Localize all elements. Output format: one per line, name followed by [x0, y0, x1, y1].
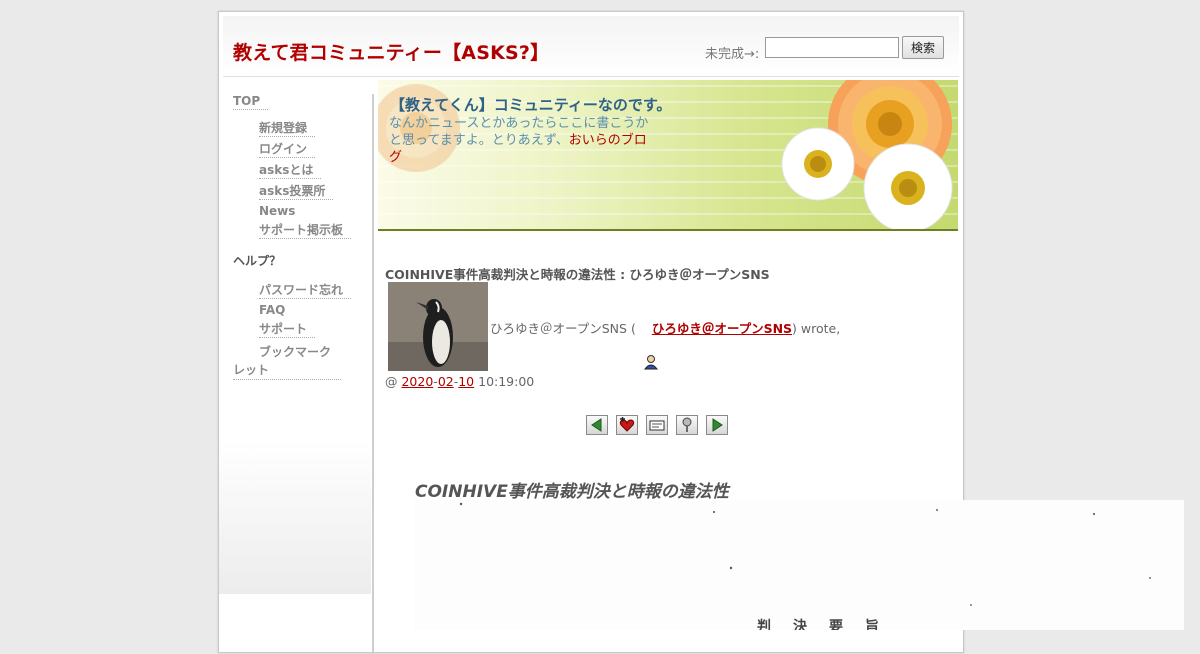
date-month-link[interactable]: 02	[438, 374, 454, 389]
article-heading: COINHIVE事件高裁判決と時報の違法性	[415, 482, 729, 502]
date-day-link[interactable]: 10	[458, 374, 474, 389]
sidebar-heading-help: ヘルプ？	[233, 254, 282, 268]
search-input[interactable]	[765, 37, 899, 58]
banner-title: 【教えてくん】コミュニティーなのです。	[390, 96, 672, 114]
court-document-image: 判決要旨	[414, 500, 1184, 630]
date-year-link[interactable]: 2020	[401, 374, 433, 389]
sidebar-link-news[interactable]: News	[259, 204, 295, 219]
banner: 【教えてくん】コミュニティーなのです。 なんかニュースとかあったらここに書こうか…	[378, 80, 958, 231]
author-link[interactable]: ひろゆき＠オープンSNS	[652, 321, 792, 336]
document-specks	[459, 502, 1151, 606]
post-byline: ひろゆき＠オープンSNS ( ひろゆき＠オープンSNS) wrote,	[490, 318, 840, 337]
add-favorite-icon[interactable]	[616, 415, 638, 435]
prev-arrow-icon[interactable]	[586, 415, 608, 435]
post-date: @ 2020-02-10 10:19:00	[385, 374, 535, 389]
sidebar-link-password[interactable]: パスワード忘れ	[259, 283, 352, 299]
sidebar-divider	[372, 94, 374, 654]
post-title: COINHIVE事件高裁判決と時報の違法性 : ひろゆき＠オープンSNS	[385, 267, 770, 282]
sidebar-link-faq[interactable]: FAQ	[259, 303, 285, 318]
document-heading-text: 判決要旨	[757, 619, 901, 630]
penguin-avatar[interactable]	[388, 282, 488, 371]
sidebar-link-support[interactable]: サポート	[259, 322, 316, 338]
user-icon[interactable]	[643, 354, 659, 370]
byline-suffix: ) wrote,	[792, 321, 841, 336]
sidebar-link-poll[interactable]: asks投票所	[259, 184, 334, 200]
sidebar-link-about[interactable]: asksとは	[259, 163, 322, 179]
next-arrow-icon[interactable]	[706, 415, 728, 435]
site-title[interactable]: 教えて君コミュニティー【ASKS?】	[233, 38, 549, 65]
sidebar-link-register[interactable]: 新規登録	[259, 121, 316, 137]
sidebar-link-top[interactable]: TOP	[233, 94, 269, 110]
sidebar-link-support-board[interactable]: サポート掲示板	[259, 223, 352, 239]
sidebar-link-bookmarklet[interactable]: ブックマークレット	[233, 343, 341, 380]
date-at: @	[385, 374, 402, 389]
memo-icon[interactable]	[646, 415, 668, 435]
search-label: 未完成→:	[705, 47, 760, 62]
sidebar: TOP 新規登録 ログイン asksとは asks投票所 News サポート掲示…	[219, 84, 371, 594]
date-time: 10:19:00	[474, 374, 535, 389]
search-button[interactable]: 検索	[902, 36, 944, 59]
banner-text: なんかニュースとかあったらここに書こうかと思ってますよ。とりあえず、おいらのブロ…	[389, 115, 654, 166]
sidebar-link-login[interactable]: ログイン	[259, 142, 316, 158]
tag-icon[interactable]	[676, 415, 698, 435]
site-header: 教えて君コミュニティー【ASKS?】 未完成→: 検索	[223, 16, 959, 77]
byline-prefix: ひろゆき＠オープンSNS (	[490, 321, 636, 336]
